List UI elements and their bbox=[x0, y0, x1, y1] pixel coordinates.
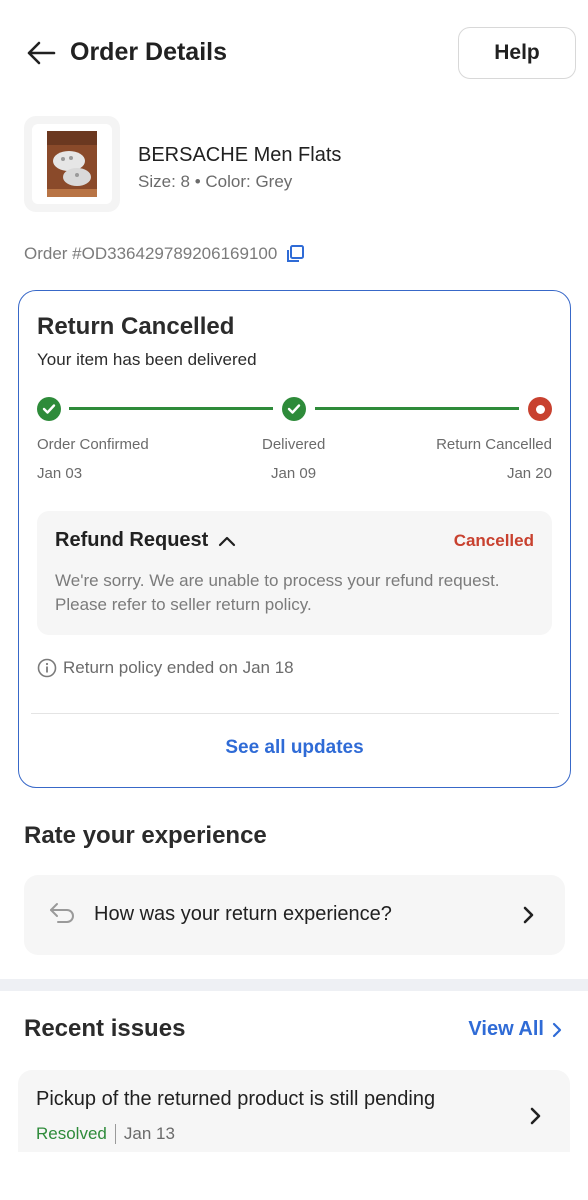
separator bbox=[114, 1124, 116, 1144]
chevron-right-icon bbox=[552, 1022, 562, 1037]
chevron-right-icon bbox=[523, 906, 534, 924]
issue-date: Jan 13 bbox=[123, 1124, 175, 1143]
check-icon bbox=[282, 397, 306, 421]
return-status-card: Return Cancelled Your item has been deli… bbox=[18, 290, 571, 788]
section-divider bbox=[0, 979, 588, 991]
recent-issues-title: Recent issues bbox=[24, 1015, 186, 1042]
order-id-text: Order #OD336429789206169100 bbox=[24, 244, 278, 263]
help-button[interactable]: Help bbox=[458, 27, 576, 79]
rate-section-title: Rate your experience bbox=[24, 822, 267, 849]
refund-request-panel: Refund Request Cancelled We're sorry. We… bbox=[37, 511, 552, 635]
issue-list-item[interactable]: Pickup of the returned product is still … bbox=[18, 1070, 570, 1152]
page-title: Order Details bbox=[70, 38, 228, 66]
issue-status: Resolved bbox=[36, 1124, 107, 1143]
see-all-updates-link[interactable]: See all updates bbox=[19, 737, 570, 759]
product-thumbnail bbox=[32, 124, 112, 204]
status-title: Return Cancelled bbox=[37, 313, 235, 340]
step-label: Return Cancelled bbox=[436, 436, 552, 453]
issue-text: Pickup of the returned product is still … bbox=[36, 1088, 436, 1110]
copy-icon[interactable] bbox=[285, 244, 305, 264]
product-name: BERSACHE Men Flats bbox=[138, 144, 342, 166]
view-all-label: View All bbox=[468, 1018, 544, 1040]
check-icon bbox=[37, 397, 61, 421]
policy-text: Return policy ended on Jan 18 bbox=[63, 658, 294, 677]
step-label: Order Confirmed bbox=[37, 436, 149, 453]
product-meta: Size: 8 • Color: Grey bbox=[138, 172, 293, 191]
header: Order Details Help bbox=[0, 0, 588, 108]
product-image[interactable] bbox=[24, 116, 120, 212]
status-subtitle: Your item has been delivered bbox=[37, 350, 257, 369]
progress-line bbox=[315, 407, 519, 410]
info-icon bbox=[37, 658, 57, 678]
chevron-right-icon bbox=[530, 1107, 541, 1125]
step-date: Jan 03 bbox=[37, 465, 83, 482]
step-label: Delivered bbox=[262, 436, 326, 453]
refund-title: Refund Request bbox=[55, 529, 209, 551]
progress-tracker bbox=[37, 395, 553, 423]
step-date: Jan 20 bbox=[506, 465, 552, 482]
rate-return-experience-row[interactable]: How was your return experience? bbox=[24, 875, 565, 955]
step-date: Jan 09 bbox=[271, 465, 317, 482]
chevron-up-icon bbox=[219, 536, 236, 546]
refund-message: We're sorry. We are unable to process yo… bbox=[55, 571, 500, 614]
cancelled-status-icon bbox=[528, 397, 552, 421]
refund-request-toggle[interactable]: Refund Request bbox=[55, 529, 236, 552]
progress-line bbox=[69, 407, 273, 410]
rate-question: How was your return experience? bbox=[94, 903, 392, 925]
order-id: Order #OD336429789206169100 bbox=[24, 244, 305, 264]
return-arrow-icon bbox=[50, 903, 74, 923]
back-arrow-icon[interactable] bbox=[22, 34, 60, 72]
divider bbox=[31, 713, 559, 714]
refund-status-badge: Cancelled bbox=[453, 531, 534, 550]
issue-meta: Resolved Jan 13 bbox=[36, 1124, 175, 1144]
view-all-issues-link[interactable]: View All bbox=[468, 1018, 562, 1041]
policy-note: Return policy ended on Jan 18 bbox=[37, 658, 294, 678]
